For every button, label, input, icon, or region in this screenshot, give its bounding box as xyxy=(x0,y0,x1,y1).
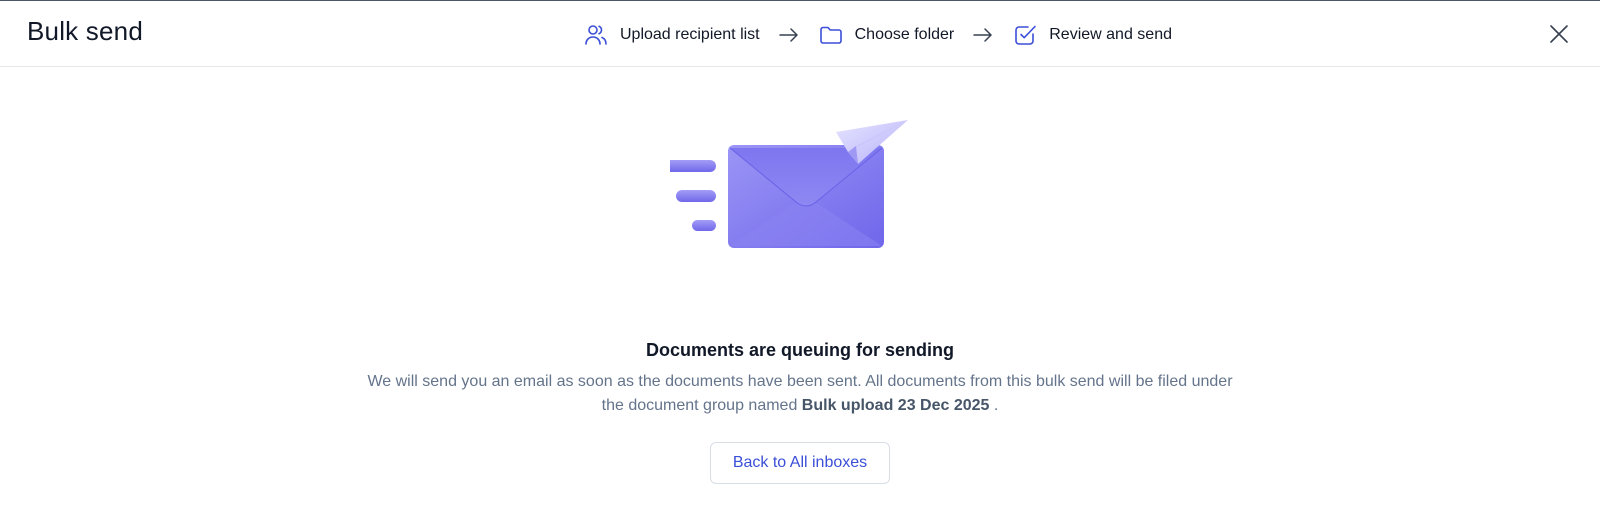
check-square-icon xyxy=(1012,22,1038,48)
document-group-name: Bulk upload 23 Dec 2025 xyxy=(801,397,990,414)
step-choose-folder: Choose folder xyxy=(818,22,955,48)
header-bar: Bulk send Upload recipient list Choose f… xyxy=(0,0,1600,67)
step-upload-recipient-list: Upload recipient list xyxy=(583,22,760,48)
envelope-paper-plane-icon xyxy=(658,118,930,258)
status-heading: Documents are queuing for sending xyxy=(645,340,955,360)
page-title: Bulk send xyxy=(27,16,143,46)
step-label: Upload recipient list xyxy=(620,26,760,43)
stepper: Upload recipient list Choose folder Revi… xyxy=(583,21,1172,49)
step-label: Review and send xyxy=(1049,26,1172,43)
folder-icon xyxy=(818,22,844,48)
close-button[interactable] xyxy=(1546,21,1572,47)
status-description: We will send you an email as soon as the… xyxy=(360,370,1240,418)
close-icon xyxy=(1550,25,1568,43)
users-icon xyxy=(583,22,609,48)
arrow-right-icon xyxy=(970,22,996,48)
step-label: Choose folder xyxy=(854,26,955,43)
back-to-all-inboxes-button[interactable]: Back to All inboxes xyxy=(710,442,890,484)
description-text: We will send you an email as soon as the… xyxy=(367,373,1233,414)
arrow-right-icon xyxy=(776,22,802,48)
description-end: . xyxy=(993,397,999,414)
step-review-and-send: Review and send xyxy=(1012,22,1172,48)
